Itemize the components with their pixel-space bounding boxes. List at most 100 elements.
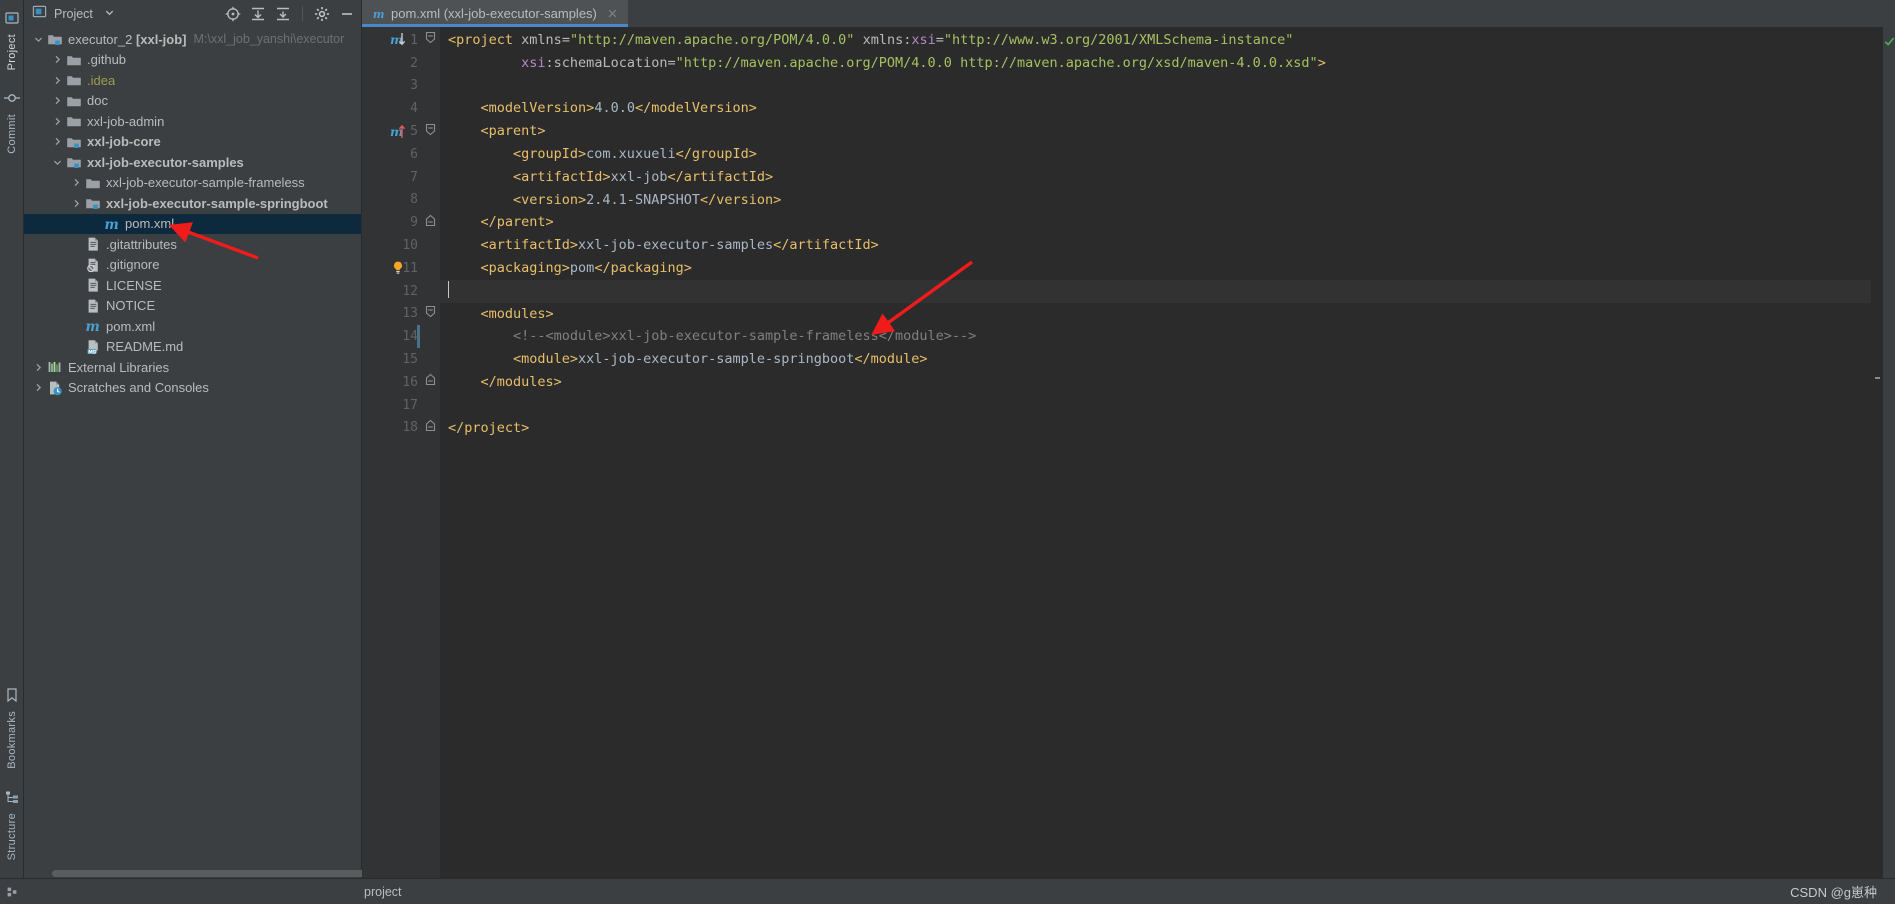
- editor-code-content[interactable]: <project xmlns="http://maven.apache.org/…: [440, 27, 1871, 878]
- gutter-line-5[interactable]: m5: [362, 120, 420, 143]
- fold-row-5[interactable]: [420, 120, 440, 143]
- tree-row--idea[interactable]: .idea: [24, 70, 361, 91]
- code-line-11[interactable]: <packaging>pom</packaging>: [440, 257, 1871, 280]
- tree-row-pom-xml[interactable]: m pom.xml: [24, 316, 361, 337]
- gutter-line-10[interactable]: 10: [362, 234, 420, 257]
- gutter-line-15[interactable]: 15: [362, 348, 420, 371]
- code-line-13[interactable]: <modules>: [440, 303, 1871, 326]
- code-line-4[interactable]: <modelVersion>4.0.0</modelVersion>: [440, 97, 1871, 120]
- gutter-line-12[interactable]: 12: [362, 280, 420, 303]
- tree-row--gitignore[interactable]: .gitignore: [24, 255, 361, 276]
- tree-row-license[interactable]: LICENSE: [24, 275, 361, 296]
- fold-row-13[interactable]: [420, 303, 440, 326]
- rail-item-structure[interactable]: Structure: [3, 807, 21, 866]
- tree-expand-arrow-right-icon[interactable]: [32, 381, 45, 394]
- tree-row-xxl-job-core[interactable]: xxl-job-core: [24, 132, 361, 153]
- tree-expand-arrow-down-icon[interactable]: [51, 156, 64, 169]
- status-breadcrumb[interactable]: project: [364, 885, 402, 899]
- gutter-line-13[interactable]: 13: [362, 303, 420, 326]
- gutter-line-9[interactable]: 9: [362, 211, 420, 234]
- close-icon[interactable]: [606, 7, 619, 20]
- tree-row-xxl-job-admin[interactable]: xxl-job-admin: [24, 111, 361, 132]
- editor-fold-strip[interactable]: [420, 27, 440, 878]
- maven-parent-up-icon[interactable]: m: [390, 120, 420, 143]
- code-line-2[interactable]: xsi:schemaLocation="http://maven.apache.…: [440, 52, 1871, 75]
- tree-row-pom-xml[interactable]: m pom.xml: [24, 213, 361, 234]
- fold-row-2[interactable]: [420, 52, 440, 75]
- project-file-tree[interactable]: executor_2 [xxl-job] M:\xxl_job_yanshi\ex…: [24, 27, 361, 869]
- fold-row-11[interactable]: [420, 257, 440, 280]
- editor-gutter[interactable]: m 1 2 3 4 m 5 6 7 8 9 10 11 12 13 14 15 16 17 18: [362, 27, 421, 878]
- gutter-line-3[interactable]: 3: [362, 75, 420, 98]
- gutter-line-4[interactable]: 4: [362, 97, 420, 120]
- fold-row-16[interactable]: [420, 371, 440, 394]
- tree-row-xxl-job-executor-samples[interactable]: xxl-job-executor-samples: [24, 152, 361, 173]
- code-line-12[interactable]: [440, 279, 1871, 303]
- settings-gear-icon[interactable]: [314, 6, 330, 22]
- code-line-10[interactable]: <artifactId>xxl-job-executor-samples</ar…: [440, 234, 1871, 257]
- tree-row--github[interactable]: .github: [24, 50, 361, 71]
- fold-row-17[interactable]: [420, 394, 440, 417]
- rail-item-commit[interactable]: Commit: [3, 108, 21, 160]
- code-line-14[interactable]: <!--<module>xxl-job-executor-sample-fram…: [440, 325, 1871, 348]
- tree-expand-arrow-right-icon[interactable]: [51, 74, 64, 87]
- tree-expand-arrow-right-icon[interactable]: [51, 94, 64, 107]
- project-scroll-thumb[interactable]: [52, 870, 367, 877]
- tree-row-external-libraries[interactable]: External Libraries: [24, 357, 361, 378]
- fold-end-icon[interactable]: [425, 373, 436, 391]
- select-opened-file-icon[interactable]: [225, 6, 241, 22]
- tree-row-doc[interactable]: doc: [24, 91, 361, 112]
- code-line-7[interactable]: <artifactId>xxl-job</artifactId>: [440, 166, 1871, 189]
- expand-all-icon[interactable]: [250, 6, 266, 22]
- editor-tab-pom-xml[interactable]: m pom.xml (xxl-job-executor-samples): [362, 0, 628, 27]
- tree-row-xxl-job-executor-sample-springboot[interactable]: xxl-job-executor-sample-springboot: [24, 193, 361, 214]
- fold-row-9[interactable]: [420, 211, 440, 234]
- tree-row-scratches-and-consoles[interactable]: Scratches and Consoles: [24, 378, 361, 399]
- gutter-line-17[interactable]: 17: [362, 394, 420, 417]
- code-line-3[interactable]: [440, 75, 1871, 98]
- gutter-line-16[interactable]: 16: [362, 371, 420, 394]
- code-line-9[interactable]: </parent>: [440, 211, 1871, 234]
- fold-row-10[interactable]: [420, 234, 440, 257]
- fold-collapse-icon[interactable]: [425, 31, 436, 49]
- tree-row--gitattributes[interactable]: .gitattributes: [24, 234, 361, 255]
- code-line-15[interactable]: <module>xxl-job-executor-sample-springbo…: [440, 348, 1871, 371]
- fold-row-12[interactable]: [420, 280, 440, 303]
- rail-item-bookmarks[interactable]: Bookmarks: [3, 705, 21, 775]
- tree-row-readme-md[interactable]: MD README.md: [24, 337, 361, 358]
- tree-row-notice[interactable]: NOTICE: [24, 296, 361, 317]
- fold-row-4[interactable]: [420, 97, 440, 120]
- gutter-line-1[interactable]: m1: [362, 29, 420, 52]
- chevron-down-icon[interactable]: [104, 5, 115, 23]
- code-line-17[interactable]: [440, 394, 1871, 417]
- code-line-16[interactable]: </modules>: [440, 371, 1871, 394]
- tree-expand-arrow-down-icon[interactable]: [32, 33, 45, 46]
- tree-expand-arrow-right-icon[interactable]: [70, 176, 83, 189]
- tree-expand-arrow-right-icon[interactable]: [51, 53, 64, 66]
- fold-row-6[interactable]: [420, 143, 440, 166]
- editor-vertical-scrollbar[interactable]: [1883, 27, 1895, 878]
- project-horizontal-scrollbar[interactable]: [24, 869, 367, 878]
- code-line-1[interactable]: <project xmlns="http://maven.apache.org/…: [440, 29, 1871, 52]
- gutter-line-11[interactable]: 11: [362, 257, 420, 280]
- intention-bulb-icon[interactable]: [390, 257, 420, 280]
- code-line-8[interactable]: <version>2.4.1-SNAPSHOT</version>: [440, 189, 1871, 212]
- fold-row-14[interactable]: [420, 325, 440, 348]
- gutter-line-6[interactable]: 6: [362, 143, 420, 166]
- code-line-6[interactable]: <groupId>com.xuxueli</groupId>: [440, 143, 1871, 166]
- fold-collapse-icon[interactable]: [425, 305, 436, 323]
- gutter-line-7[interactable]: 7: [362, 166, 420, 189]
- fold-row-8[interactable]: [420, 189, 440, 212]
- editor-error-stripe[interactable]: [1871, 27, 1883, 878]
- tree-row-xxl-job-executor-sample-frameless[interactable]: xxl-job-executor-sample-frameless: [24, 173, 361, 194]
- rail-item-project[interactable]: Project: [3, 28, 21, 76]
- fold-collapse-icon[interactable]: [425, 123, 436, 141]
- gutter-line-8[interactable]: 8: [362, 189, 420, 212]
- fold-end-icon[interactable]: [425, 419, 436, 437]
- tree-expand-arrow-right-icon[interactable]: [32, 361, 45, 374]
- hide-icon[interactable]: [339, 6, 355, 22]
- tree-expand-arrow-right-icon[interactable]: [51, 115, 64, 128]
- fold-end-icon[interactable]: [425, 214, 436, 232]
- fold-row-3[interactable]: [420, 75, 440, 98]
- collapse-all-icon[interactable]: [275, 6, 291, 22]
